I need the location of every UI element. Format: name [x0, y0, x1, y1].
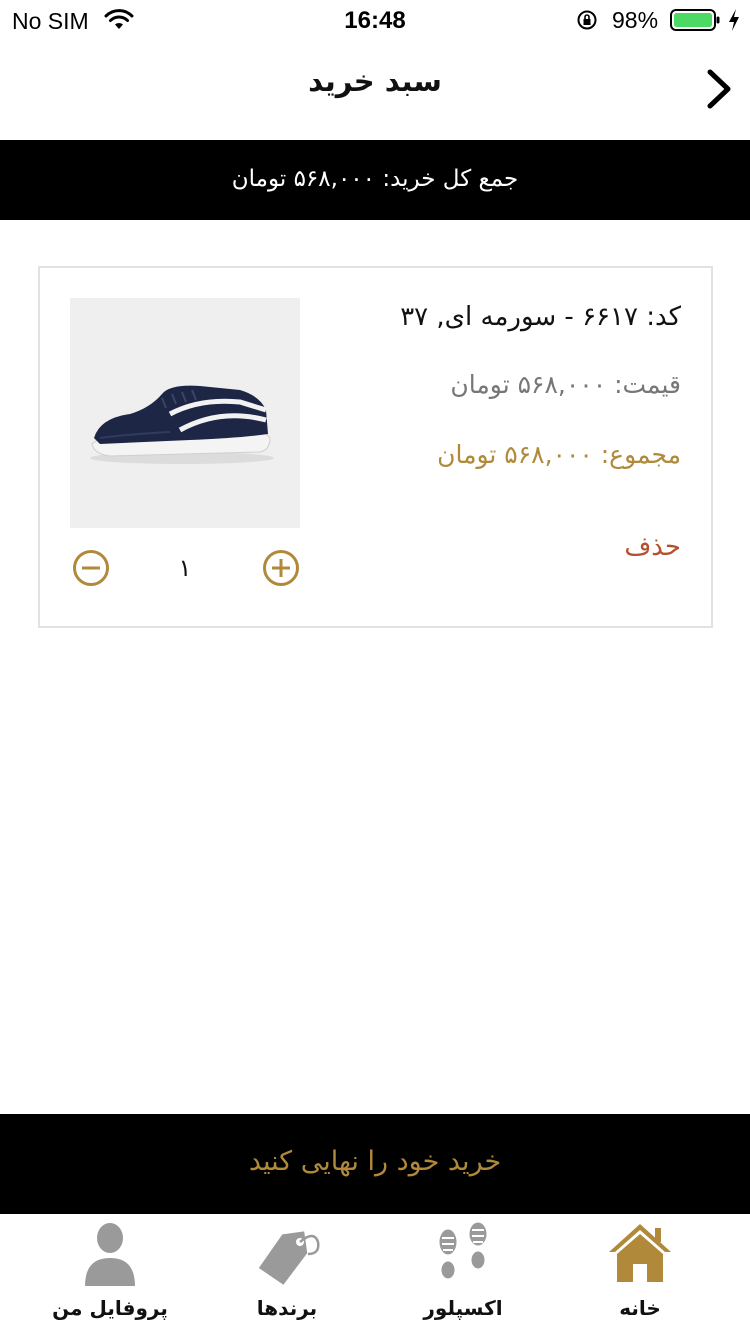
tab-brands-label: برندها: [256, 1296, 318, 1320]
item-sum: مجموع: ۵۶۸,۰۰۰ تومان: [437, 440, 681, 469]
tab-home[interactable]: خانه: [565, 1214, 715, 1334]
tab-profile[interactable]: پروفایل من: [35, 1214, 185, 1334]
shoe-image: [90, 385, 274, 464]
checkout-button[interactable]: خرید خود را نهایی کنید: [0, 1114, 750, 1214]
product-image: [70, 298, 300, 528]
quantity-value: ۱: [178, 554, 192, 582]
rotation-lock-icon: [577, 10, 597, 30]
tab-brands[interactable]: برندها: [212, 1214, 362, 1334]
plus-circle-icon[interactable]: [262, 549, 300, 587]
checkout-label: خرید خود را نهایی کنید: [248, 1146, 502, 1177]
tab-home-label: خانه: [619, 1296, 661, 1320]
item-code: کد: ۶۶۱۷ - سورمه ای, ۳۷: [400, 302, 681, 332]
cart-total-bar: جمع کل خرید: ۵۶۸,۰۰۰ تومان: [0, 140, 750, 220]
navigation-bar: سبد خرید: [0, 40, 750, 140]
tab-explore-label: اکسپلور: [423, 1296, 503, 1320]
footprints-icon: [438, 1221, 488, 1280]
page-title: سبد خرید: [308, 64, 442, 98]
back-chevron-icon[interactable]: [690, 64, 740, 114]
charging-bolt-icon: [729, 9, 739, 31]
tab-bar: خانه اکسپلور برندها پروفایل من: [0, 1214, 750, 1334]
user-icon: [85, 1223, 135, 1286]
battery-percentage: 98%: [612, 7, 659, 33]
minus-circle-icon[interactable]: [72, 549, 110, 587]
status-bar: No SIM 16:48 98%: [0, 0, 750, 40]
delete-button[interactable]: حذف: [624, 532, 681, 562]
tab-profile-label: پروفایل من: [52, 1296, 168, 1320]
item-price: قیمت: ۵۶۸,۰۰۰ تومان: [450, 370, 681, 399]
tab-explore[interactable]: اکسپلور: [388, 1214, 538, 1334]
tag-icon: [258, 1231, 320, 1285]
home-icon: [609, 1224, 671, 1282]
cart-total-text: جمع کل خرید: ۵۶۸,۰۰۰ تومان: [231, 166, 519, 192]
battery-icon: [670, 9, 720, 31]
cart-item-card: کد: ۶۶۱۷ - سورمه ای, ۳۷ قیمت: ۵۶۸,۰۰۰ تو…: [38, 266, 713, 628]
